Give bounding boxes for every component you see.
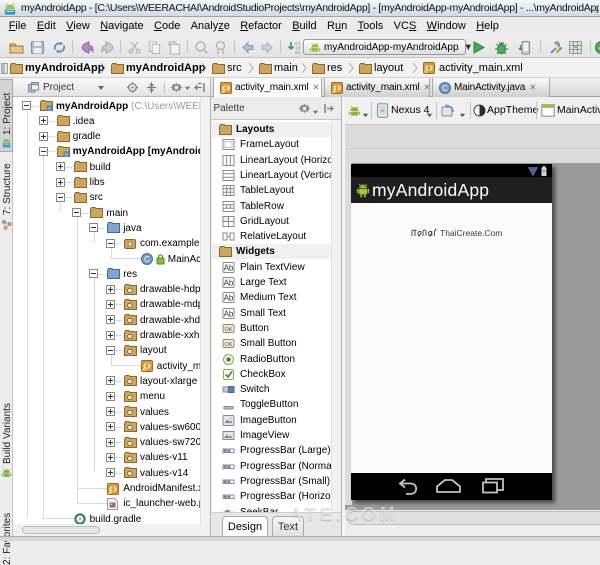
svg-text:C: C xyxy=(442,83,448,92)
svg-text:C: C xyxy=(144,255,150,264)
svg-text:Ab: Ab xyxy=(224,263,234,272)
svg-text:Ab: Ab xyxy=(224,294,234,303)
svg-text:OK: OK xyxy=(225,342,233,348)
svg-text:Ab: Ab xyxy=(224,309,234,318)
svg-text:01: 01 xyxy=(295,50,301,55)
svg-text:OK: OK xyxy=(225,327,233,333)
svg-text:Ab: Ab xyxy=(224,279,234,288)
